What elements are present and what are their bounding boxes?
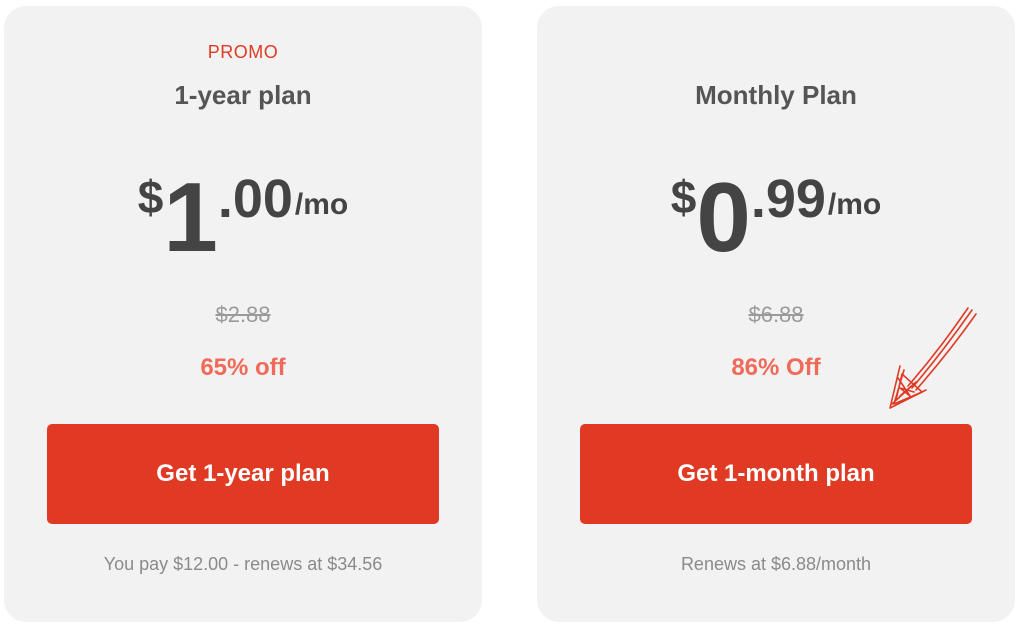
plan-card-1-year: PROMO 1-year plan $1.00/mo $2.88 65% off…: [4, 6, 482, 622]
price-whole: 0: [696, 162, 751, 272]
plan-title: 1-year plan: [174, 80, 312, 110]
price-decimal: .99: [750, 169, 826, 229]
price-whole: 1: [163, 162, 218, 272]
price-currency: $: [670, 171, 697, 223]
get-1-month-plan-button[interactable]: Get 1-month plan: [580, 424, 972, 524]
price-currency: $: [137, 171, 164, 223]
original-price: $2.88: [215, 302, 271, 327]
billing-note: Renews at $6.88/month: [680, 554, 872, 574]
promo-label: PROMO: [207, 42, 279, 62]
price-decimal: .00: [217, 169, 293, 229]
price-period: /mo: [827, 188, 882, 221]
price: $1.00/mo: [4, 160, 482, 266]
pricing-page: PROMO 1-year plan $1.00/mo $2.88 65% off…: [0, 0, 1024, 628]
plan-title: Monthly Plan: [695, 80, 857, 110]
billing-note: You pay $12.00 - renews at $34.56: [103, 554, 383, 574]
price-period: /mo: [294, 188, 349, 221]
discount-label: 65% off: [200, 354, 286, 381]
hand-drawn-arrow-icon: [889, 307, 977, 409]
price: $0.99/mo: [537, 160, 1015, 266]
get-1-year-plan-button[interactable]: Get 1-year plan: [47, 424, 439, 524]
